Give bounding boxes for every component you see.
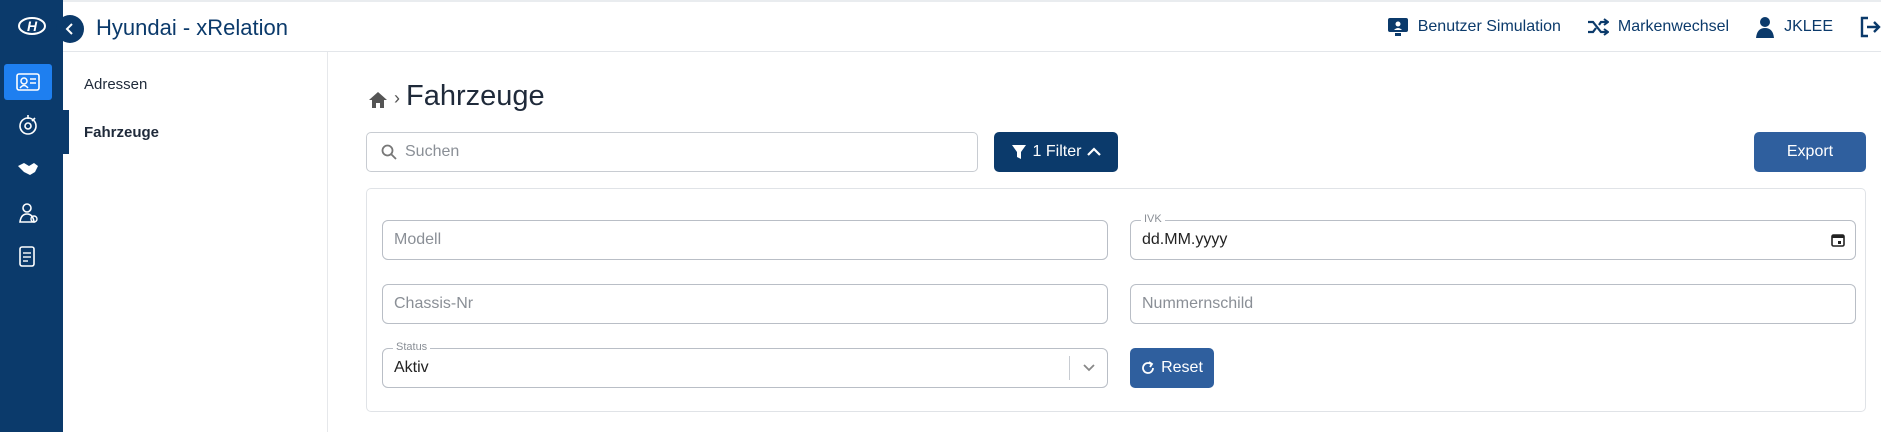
chevron-left-icon	[65, 23, 73, 35]
reset-label: Reset	[1161, 359, 1203, 376]
logout-icon	[1860, 16, 1881, 38]
page-title: Fahrzeuge	[406, 80, 545, 112]
status-value: Aktiv	[394, 359, 429, 376]
rail-contacts-icon[interactable]	[4, 64, 52, 100]
chevron-up-icon	[1087, 147, 1102, 156]
top-bar: Hyundai - xRelation Benutzer Simulation …	[63, 0, 1881, 52]
filter-icon	[1011, 145, 1026, 159]
subnav-item-adressen[interactable]: Adressen	[63, 62, 328, 106]
modell-placeholder: Modell	[394, 231, 442, 248]
username: JKLEE	[1784, 18, 1833, 35]
nummernschild-field[interactable]: Nummernschild	[1130, 284, 1856, 324]
shuffle-icon	[1587, 18, 1609, 36]
filter-button-label: 1 Filter	[1032, 143, 1082, 160]
chassis-nr-field[interactable]: Chassis-Nr	[382, 284, 1108, 324]
export-button[interactable]: Export	[1754, 132, 1866, 172]
icon-rail: H	[0, 0, 63, 432]
app-title: Hyundai - xRelation	[96, 15, 288, 40]
search-placeholder: Suchen	[405, 143, 460, 160]
brand-switch-label: Markenwechsel	[1617, 18, 1730, 35]
user-simulation-button[interactable]: Benutzer Simulation	[1387, 17, 1561, 37]
chassis-placeholder: Chassis-Nr	[394, 295, 474, 312]
filter-toggle-button[interactable]: 1 Filter	[994, 132, 1118, 172]
ivk-date-field[interactable]: IVK dd.MM.yyyy	[1130, 213, 1856, 260]
status-select[interactable]: Status Aktiv	[382, 341, 1108, 388]
rail-person-icon[interactable]	[4, 195, 52, 231]
chevron-down-icon[interactable]	[1083, 364, 1095, 372]
main-content: › Fahrzeuge Suchen 1 Filter Export Model…	[328, 52, 1881, 432]
user-simulation-label: Benutzer Simulation	[1417, 18, 1561, 35]
top-actions: Benutzer Simulation Markenwechsel JKLEE	[1387, 16, 1881, 38]
rail-document-icon[interactable]	[4, 239, 52, 275]
collapse-sidebar-button[interactable]	[56, 15, 84, 43]
select-divider	[1069, 356, 1070, 380]
search-icon	[381, 144, 397, 160]
monitor-user-icon	[1387, 18, 1408, 36]
user-icon	[1756, 17, 1775, 38]
sub-navigation: Adressen Fahrzeuge	[63, 52, 328, 432]
search-input[interactable]: Suchen	[366, 132, 978, 172]
subnav-item-fahrzeuge[interactable]: Fahrzeuge	[63, 110, 328, 154]
breadcrumb-separator-icon: ›	[394, 88, 400, 108]
ivk-label: IVK	[1141, 213, 1165, 225]
modell-field[interactable]: Modell	[382, 220, 1108, 260]
svg-text:H: H	[26, 18, 37, 34]
ivk-value: dd.MM.yyyy	[1142, 231, 1228, 248]
filter-panel: Modell IVK dd.MM.yyyy Chassis-Nr Nummern…	[366, 188, 1866, 412]
hyundai-logo[interactable]: H	[0, 0, 63, 52]
rail-handshake-icon[interactable]	[4, 151, 52, 187]
logout-button[interactable]	[1859, 16, 1881, 38]
home-icon[interactable]	[368, 91, 388, 109]
refresh-icon	[1142, 361, 1154, 374]
nummernschild-placeholder: Nummernschild	[1142, 295, 1254, 312]
reset-button[interactable]: Reset	[1130, 348, 1214, 388]
rail-service-icon[interactable]	[4, 108, 52, 144]
breadcrumb: › Fahrzeuge	[368, 80, 545, 113]
calendar-icon[interactable]	[1831, 233, 1845, 247]
brand-switch-button[interactable]: Markenwechsel	[1587, 18, 1729, 36]
user-menu[interactable]: JKLEE	[1755, 16, 1833, 38]
status-label: Status	[393, 341, 431, 353]
